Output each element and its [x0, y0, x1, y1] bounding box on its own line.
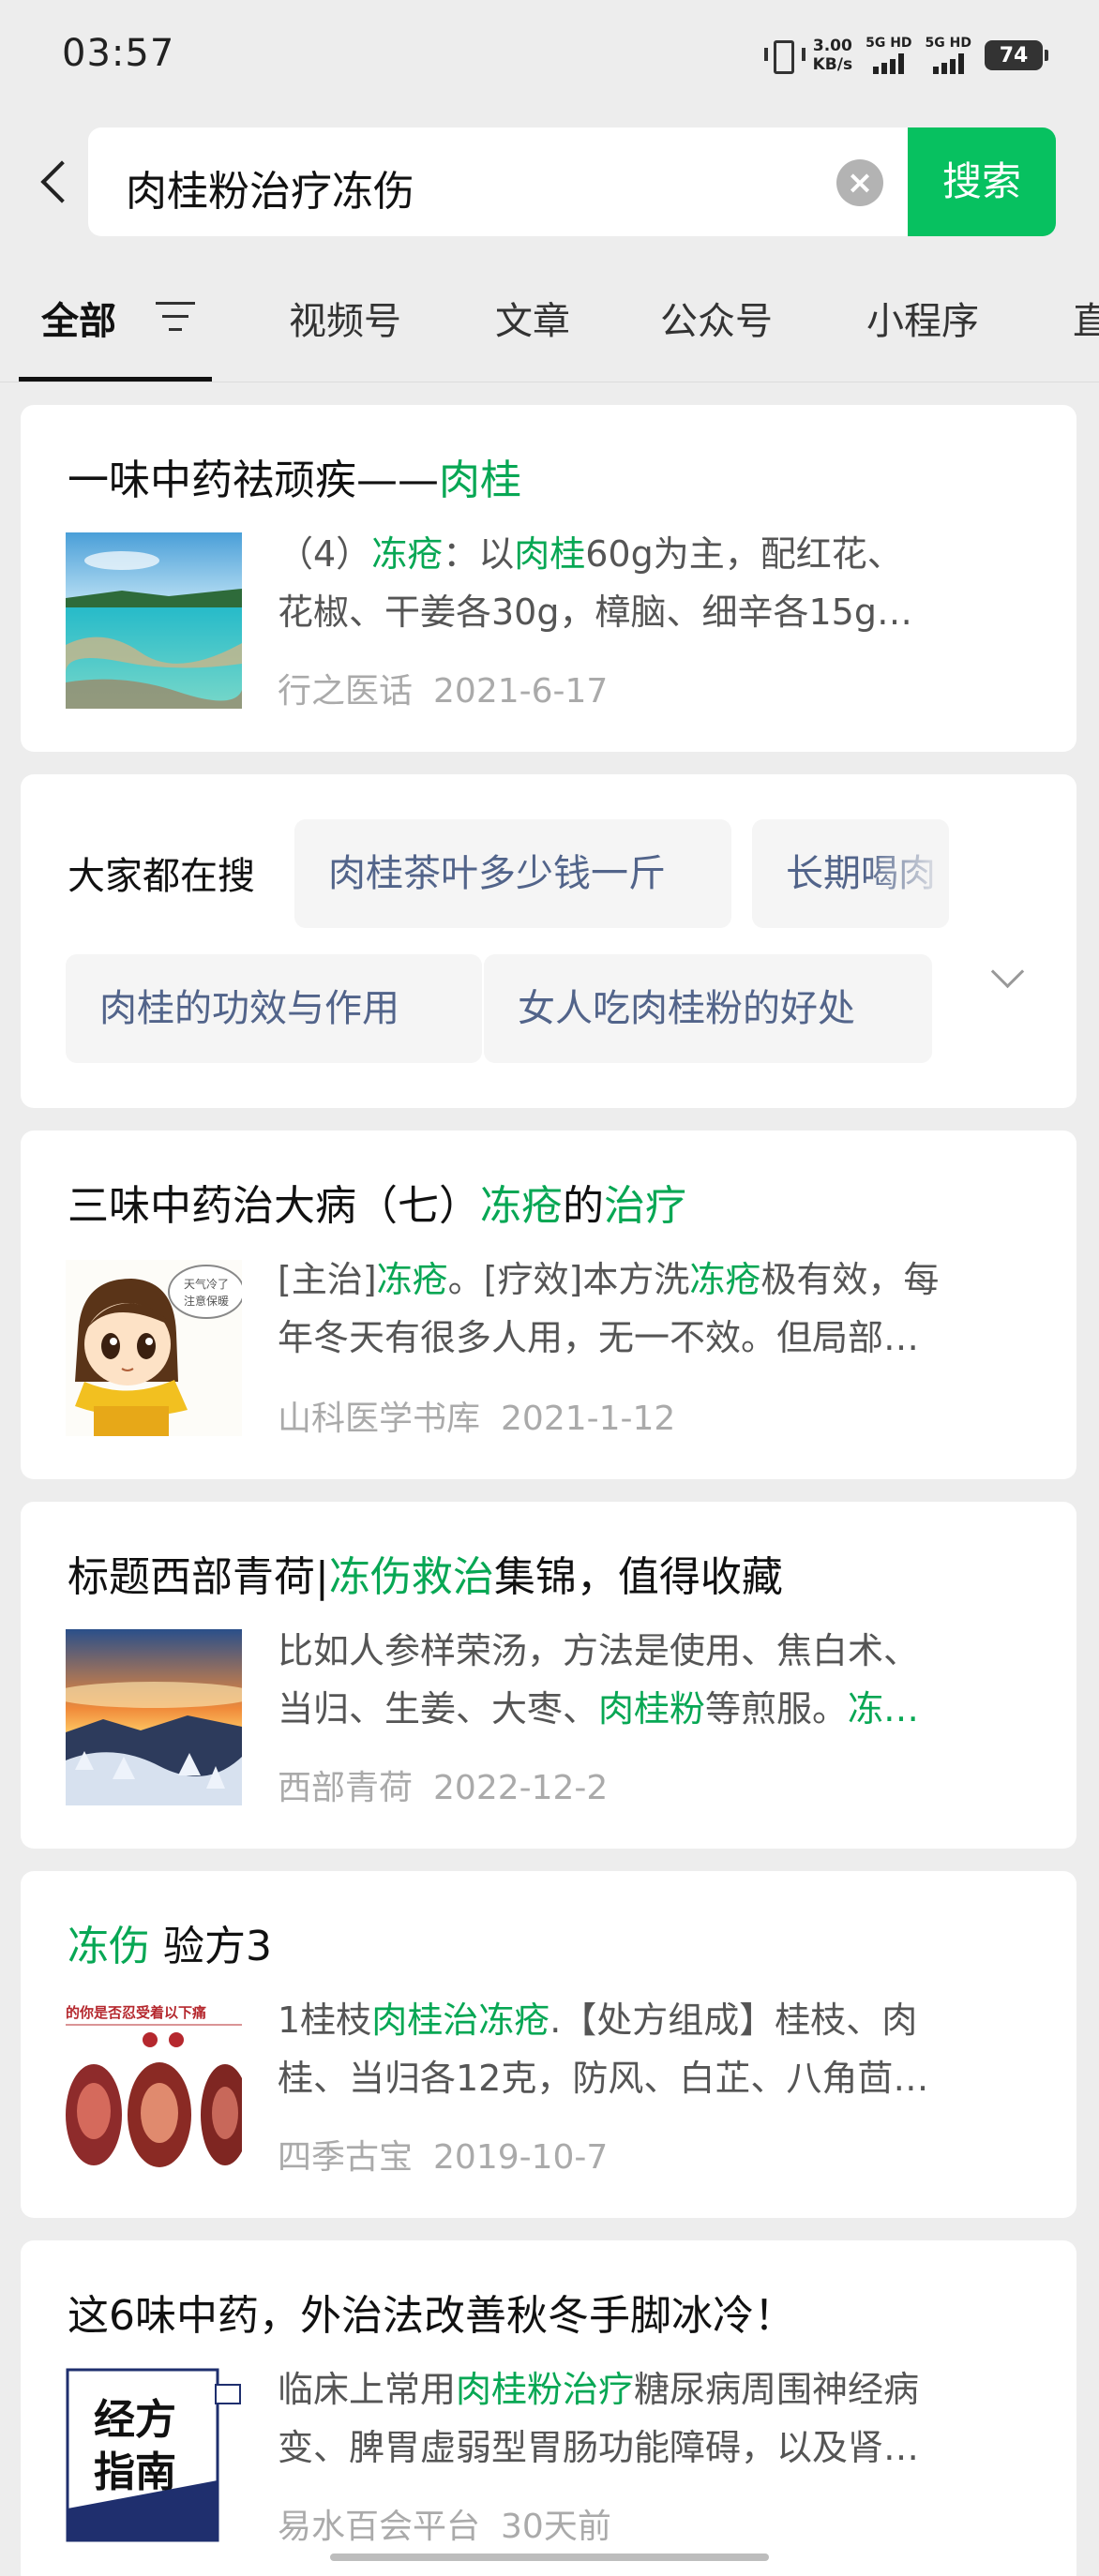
net-speed-value: 3.00 [812, 37, 852, 55]
clear-icon[interactable]: × [836, 159, 883, 206]
result-title: 标题西部青荷|冻伤救治集锦，值得收藏 [68, 1553, 783, 1601]
result-card-3[interactable]: 标题西部青荷|冻伤救治集锦，值得收藏 比如人参样荣汤，方法是使用、焦白术、 当归… [21, 1502, 1076, 1849]
chevron-down-icon[interactable] [990, 960, 1024, 994]
search-input[interactable]: 肉桂粉治疗冻伤 × [88, 127, 908, 236]
result-date: 2019-10-7 [433, 2138, 609, 2177]
vibrate-icon [762, 37, 805, 74]
cartoon-girl-thumbnail: 天气冷了 注意保暖 [66, 1260, 242, 1436]
result-source: 易水百会平台 [278, 2508, 481, 2546]
signal-1-icon: 5G HD [866, 36, 912, 74]
book-cover-thumbnail: 经方 指南 [66, 2368, 242, 2544]
signal-2-label: 5G HD [925, 36, 971, 51]
frostbite-photo-thumbnail: 的你是否忍受着以下痛 [66, 1999, 242, 2175]
result-date: 2021-6-17 [433, 672, 609, 711]
tab-underline [19, 377, 212, 382]
hot-searches-card: 大家都在搜 肉桂茶叶多少钱一斤 长期喝肉 肉桂的功效与作用 女人吃肉桂粉的好处 [21, 774, 1076, 1108]
result-card-2[interactable]: 三味中药治大病（七）冻疮的治疗 天气冷了 注意保暖 [主治]冻疮。[疗效]本方洗… [21, 1131, 1076, 1479]
seascape-thumbnail [66, 532, 242, 709]
result-title: 一味中药祛顽疾——肉桂 [68, 457, 521, 504]
net-speed: 3.00 KB/s [813, 37, 852, 74]
search-query-text[interactable]: 肉桂粉治疗冻伤 [126, 157, 414, 217]
result-title: 这6味中药，外治法改善秋冬手脚冰冷！ [68, 2292, 795, 2340]
tab-channels[interactable]: 视频号 [289, 291, 401, 345]
result-date: 2022-12-2 [433, 1769, 609, 1807]
svg-text:注意保暖: 注意保暖 [184, 1294, 229, 1308]
tab-official-accounts[interactable]: 公众号 [660, 291, 773, 345]
result-snippet: 临床上常用肉桂粉治疗糖尿病周围神经病 变、脾胃虚弱型胃肠功能障碍，以及肾… [278, 2369, 920, 2468]
result-date: 30天前 [501, 2508, 611, 2546]
battery-icon: 74 [985, 40, 1048, 70]
result-title: 三味中药治大病（七）冻疮的治疗 [68, 1182, 686, 1230]
result-snippet: 1桂枝肉桂治冻疮.【处方组成】桂枝、肉 桂、当归各12克，防风、白芷、八角茴… [278, 1999, 929, 2099]
result-meta: 行之医话 2021-6-17 [278, 664, 608, 712]
svg-text:的你是否忍受着以下痛: 的你是否忍受着以下痛 [66, 2004, 206, 2021]
result-source: 四季古宝 [278, 2138, 414, 2177]
result-meta: 易水百会平台 30天前 [278, 2499, 611, 2548]
status-time: 03:57 [62, 32, 175, 75]
hot-search-chip[interactable]: 肉桂茶叶多少钱一斤 [294, 819, 731, 928]
tab-live[interactable]: 直 [1073, 291, 1099, 345]
result-source: 山科医学书库 [278, 1400, 481, 1438]
result-snippet: [主治]冻疮。[疗效]本方洗冻疮极有效，每 年冬天有很多人用，无一不效。但局部… [278, 1259, 940, 1358]
hot-searches-label: 大家都在搜 [68, 855, 255, 898]
result-snippet: （4）冻疮：以肉桂60g为主，配红花、 花椒、干姜各30g，樟脑、细辛各15g… [278, 533, 912, 633]
result-card-1[interactable]: 一味中药祛顽疾——肉桂 （4）冻疮：以肉桂60g为主，配红花、 花椒、干姜各30… [21, 405, 1076, 752]
hot-search-chip[interactable]: 女人吃肉桂粉的好处 [484, 954, 932, 1063]
result-meta: 四季古宝 2019-10-7 [278, 2130, 608, 2179]
signal-1-label: 5G HD [866, 36, 912, 51]
svg-text:天气冷了: 天气冷了 [184, 1277, 229, 1291]
snowy-sunset-thumbnail [66, 1629, 242, 1805]
result-source: 行之医话 [278, 672, 414, 711]
search-button[interactable]: 搜索 [908, 127, 1056, 236]
thumb-text-line2: 指南 [94, 2449, 176, 2496]
filter-icon[interactable] [156, 302, 195, 332]
signal-2-icon: 5G HD [926, 37, 971, 74]
hot-search-chip[interactable]: 长期喝肉 [752, 819, 949, 928]
search-bar: 肉桂粉治疗冻伤 × 搜索 [0, 126, 1099, 238]
status-bar: 03:57 3.00 KB/s 5G HD 5G HD 74 [0, 0, 1099, 112]
net-speed-unit: KB/s [812, 55, 853, 74]
result-title: 冻伤 验方3 [68, 1923, 272, 1970]
result-snippet: 比如人参样荣汤，方法是使用、焦白术、 当归、生姜、大枣、肉桂粉等煎服。冻… [278, 1630, 920, 1730]
result-card-4[interactable]: 冻伤 验方3 的你是否忍受着以下痛 1桂枝肉桂治冻疮.【处方组成】桂枝、肉 桂、… [21, 1871, 1076, 2218]
result-meta: 西部青荷 2022-12-2 [278, 1760, 608, 1809]
battery-level: 74 [999, 43, 1029, 67]
result-date: 2021-1-12 [501, 1400, 676, 1438]
back-arrow-icon[interactable] [34, 154, 81, 210]
result-meta: 山科医学书库 2021-1-12 [278, 1391, 675, 1440]
thumb-text-line1: 经方 [94, 2396, 176, 2444]
filter-tabs: 全部 视频号 文章 公众号 小程序 直 [0, 272, 1099, 382]
status-icons: 3.00 KB/s 5G HD 5G HD 74 [762, 32, 1048, 79]
tab-mini-programs[interactable]: 小程序 [866, 291, 979, 345]
tab-articles[interactable]: 文章 [495, 291, 570, 345]
tab-all[interactable]: 全部 [41, 291, 116, 345]
result-card-5[interactable]: 这6味中药，外治法改善秋冬手脚冰冷！ 经方 指南 临床上常用肉桂粉治疗糖尿病周围… [21, 2240, 1076, 2576]
home-indicator[interactable] [330, 2554, 769, 2561]
hot-search-chip[interactable]: 肉桂的功效与作用 [66, 954, 482, 1063]
result-source: 西部青荷 [278, 1769, 414, 1807]
